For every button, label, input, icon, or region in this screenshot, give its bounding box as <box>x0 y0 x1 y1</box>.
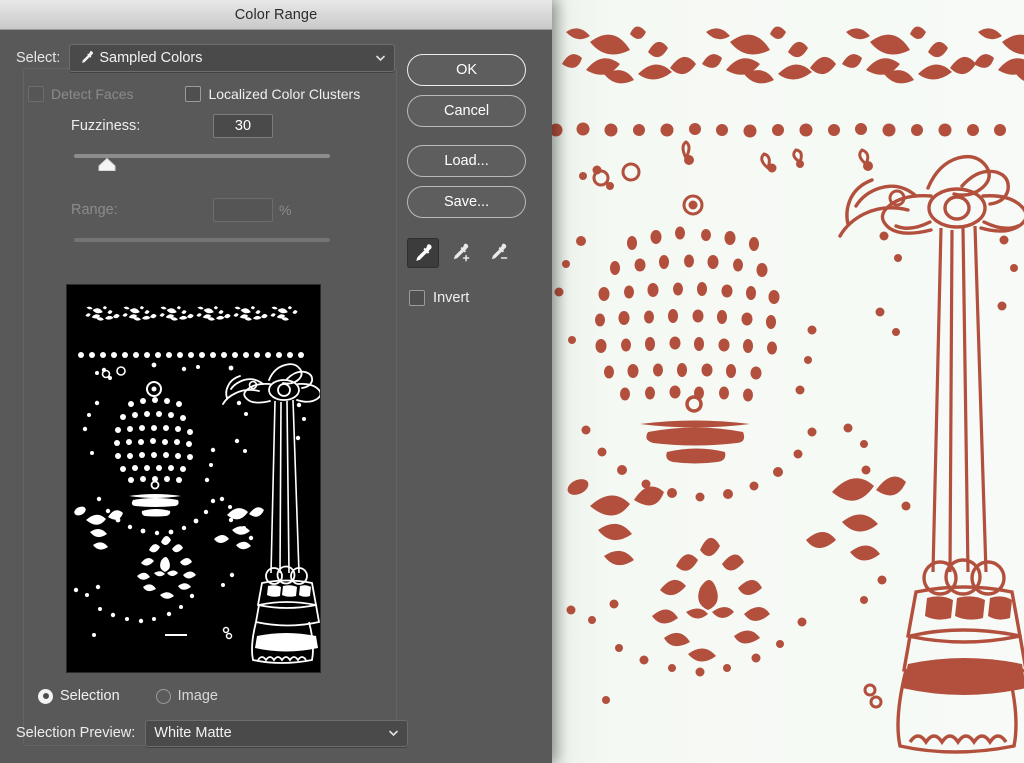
select-value: Sampled Colors <box>99 50 203 66</box>
cancel-button[interactable]: Cancel <box>407 95 527 127</box>
selection-preview-value: White Matte <box>154 725 232 741</box>
invert-label[interactable]: Invert <box>433 290 469 306</box>
chevron-down-icon <box>389 730 399 737</box>
selection-radio[interactable] <box>38 688 53 704</box>
detect-faces-checkbox <box>28 86 44 102</box>
eyedropper-add-icon <box>453 243 470 262</box>
localized-color-clusters-label[interactable]: Localized Color Clusters <box>208 86 360 102</box>
selection-radio-label[interactable]: Selection <box>60 688 120 704</box>
fuzziness-row: Fuzziness: 30 <box>28 114 395 138</box>
fuzziness-input[interactable]: 30 <box>213 114 273 138</box>
detect-faces-label: Detect Faces <box>51 86 134 102</box>
image-radio-label[interactable]: Image <box>178 688 218 704</box>
range-row: Range: % <box>28 198 395 222</box>
range-slider <box>74 234 330 256</box>
eyedropper-icon <box>416 244 432 261</box>
dialog-right-column: OK Cancel Load... Save... Invert <box>395 44 536 704</box>
save-button[interactable]: Save... <box>407 186 527 218</box>
invert-checkbox[interactable] <box>409 290 426 306</box>
fuzziness-slider[interactable] <box>74 150 330 172</box>
invert-row[interactable]: Invert <box>409 290 536 306</box>
eyedropper-sample-button[interactable] <box>407 238 440 268</box>
eyedropper-add-button[interactable] <box>445 238 477 268</box>
range-unit: % <box>279 202 292 218</box>
select-row: Select: Sampled Colors <box>16 44 396 72</box>
dialog-title: Color Range <box>234 6 318 23</box>
fuzziness-slider-thumb[interactable] <box>98 158 116 171</box>
localized-color-clusters-checkbox[interactable] <box>185 86 202 102</box>
preview-mode-selection[interactable]: Selection <box>38 688 120 704</box>
checkbox-row: Detect Faces Localized Color Clusters <box>28 86 395 102</box>
range-input <box>213 198 273 222</box>
selection-preview-label: Selection Preview: <box>16 725 136 741</box>
dialog-titlebar[interactable]: Color Range <box>0 0 552 30</box>
range-label: Range: <box>71 202 118 218</box>
selection-preview-row: Selection Preview: White Matte <box>0 703 552 763</box>
image-radio[interactable] <box>155 688 171 704</box>
preview-mode-radio-group: Selection Image <box>38 688 395 704</box>
load-button[interactable]: Load... <box>407 145 527 177</box>
dialog-left-column: Select: Sampled Colors Detect Faces Loca… <box>16 44 397 746</box>
select-dropdown[interactable]: Sampled Colors <box>69 44 396 72</box>
selection-preview-dropdown[interactable]: White Matte <box>145 719 409 747</box>
color-range-dialog: Color Range Select: Sampled Colors Detec… <box>0 0 552 763</box>
eyedropper-icon <box>82 51 94 63</box>
preview-mask-image <box>67 285 320 672</box>
selection-preview-thumbnail[interactable] <box>66 284 321 673</box>
eyedropper-subtract-icon <box>491 243 508 260</box>
fuzziness-label: Fuzziness: <box>71 118 141 134</box>
ok-button[interactable]: OK <box>407 54 527 86</box>
eyedropper-subtract-button[interactable] <box>483 238 515 268</box>
select-label: Select: <box>16 50 61 66</box>
dialog-body: Select: Sampled Colors Detect Faces Loca… <box>0 30 552 763</box>
eyedropper-toolbar <box>407 238 536 268</box>
range-slider-track <box>74 238 330 242</box>
preview-mode-image[interactable]: Image <box>155 688 218 704</box>
select-value-wrap: Sampled Colors <box>78 50 203 66</box>
chevron-down-icon <box>376 55 385 62</box>
